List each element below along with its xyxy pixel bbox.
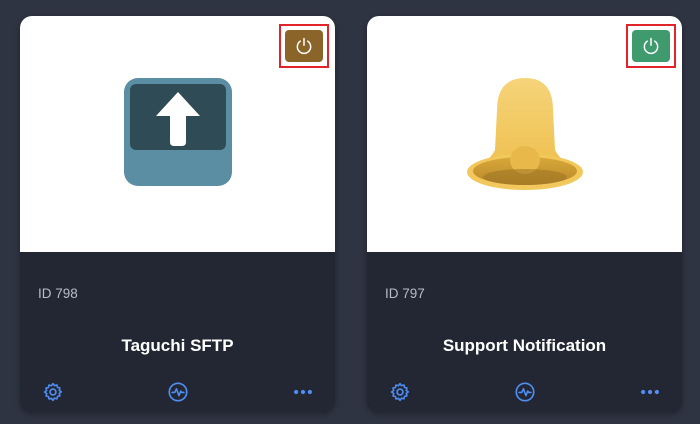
integration-card[interactable]: ID 797 Support Notification xyxy=(367,16,682,412)
power-toggle-button[interactable] xyxy=(632,30,670,62)
integration-card[interactable]: ID 798 Taguchi SFTP xyxy=(20,16,335,412)
card-id-label: ID 798 xyxy=(38,286,78,301)
more-options-button[interactable] xyxy=(291,380,315,404)
settings-button[interactable] xyxy=(41,380,65,404)
activity-button[interactable] xyxy=(166,380,190,404)
power-toggle-button[interactable] xyxy=(285,30,323,62)
card-title[interactable]: Support Notification xyxy=(367,336,682,356)
card-image-area xyxy=(367,16,682,252)
activity-pulse-icon xyxy=(515,382,535,402)
gear-icon xyxy=(43,382,63,402)
more-dots-icon xyxy=(294,389,312,395)
card-footer: ID 797 Support Notification xyxy=(367,252,682,412)
more-dots-icon xyxy=(641,389,659,395)
power-icon xyxy=(296,37,312,55)
card-footer: ID 798 Taguchi SFTP xyxy=(20,252,335,412)
activity-pulse-icon xyxy=(168,382,188,402)
card-actions xyxy=(367,380,682,404)
card-title[interactable]: Taguchi SFTP xyxy=(20,336,335,356)
upload-tray-icon xyxy=(122,76,234,193)
integration-grid: ID 798 Taguchi SFTP ID 797 Support Notif… xyxy=(0,0,700,424)
activity-button[interactable] xyxy=(513,380,537,404)
card-image-area xyxy=(20,16,335,252)
power-button-highlight xyxy=(626,24,676,68)
more-options-button[interactable] xyxy=(638,380,662,404)
card-id-label: ID 797 xyxy=(385,286,425,301)
settings-button[interactable] xyxy=(388,380,412,404)
gear-icon xyxy=(390,382,410,402)
power-icon xyxy=(643,37,659,55)
power-button-highlight xyxy=(279,24,329,68)
bell-icon xyxy=(463,72,587,199)
card-actions xyxy=(20,380,335,404)
